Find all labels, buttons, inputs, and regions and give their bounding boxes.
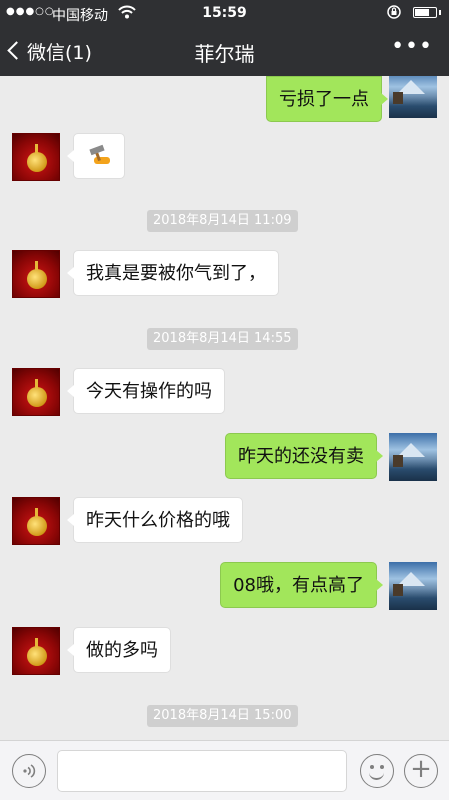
- avatar-contact[interactable]: [12, 250, 60, 298]
- avatar-self[interactable]: [389, 562, 437, 610]
- more-button[interactable]: •••: [391, 34, 433, 59]
- chat-title: 菲尔瑞: [194, 42, 255, 66]
- rotation-lock-icon: [387, 5, 401, 22]
- avatar-contact[interactable]: [12, 627, 60, 675]
- plus-icon: +: [410, 754, 432, 784]
- message-bubble-contact[interactable]: 我真是要被你气到了，: [67, 250, 279, 296]
- avatar-contact[interactable]: [12, 133, 60, 181]
- voice-icon: [21, 764, 37, 783]
- timestamp: 2018年8月14日 11:09: [147, 210, 298, 232]
- sticker-message[interactable]: [67, 133, 125, 179]
- timestamp: 2018年8月14日 15:00: [147, 705, 298, 727]
- emoji-button[interactable]: [360, 754, 394, 788]
- more-actions-button[interactable]: +: [404, 754, 438, 788]
- message-bubble-self[interactable]: 08哦，有点高了: [220, 562, 383, 608]
- message-bubble-contact[interactable]: 今天有操作的吗: [67, 368, 225, 414]
- timestamp: 2018年8月14日 14:55: [147, 328, 298, 350]
- avatar-contact[interactable]: [12, 497, 60, 545]
- chat-area[interactable]: 亏损了一点 2018年8月14日 11:09 我真是要被你气到了， 2018年8…: [0, 76, 449, 740]
- input-bar: +: [0, 740, 449, 800]
- battery-icon: [413, 7, 441, 18]
- battery-level: [415, 9, 429, 16]
- voice-button[interactable]: [12, 754, 46, 788]
- avatar-contact[interactable]: [12, 368, 60, 416]
- message-bubble-self[interactable]: 昨天的还没有卖: [225, 433, 383, 479]
- status-bar: ●●●○○ 中国移动 15:59: [0, 0, 449, 28]
- nav-bar: 微信(1) 菲尔瑞 •••: [0, 28, 449, 76]
- message-bubble-contact[interactable]: 做的多吗: [67, 627, 171, 673]
- message-bubble-self[interactable]: 亏损了一点: [266, 76, 388, 122]
- avatar-self[interactable]: [389, 433, 437, 481]
- hammer-sticker-icon: [88, 144, 112, 165]
- message-bubble-contact[interactable]: 昨天什么价格的哦: [67, 497, 243, 543]
- message-input[interactable]: [57, 750, 347, 792]
- status-time: 15:59: [202, 5, 247, 21]
- avatar-self[interactable]: [389, 76, 437, 118]
